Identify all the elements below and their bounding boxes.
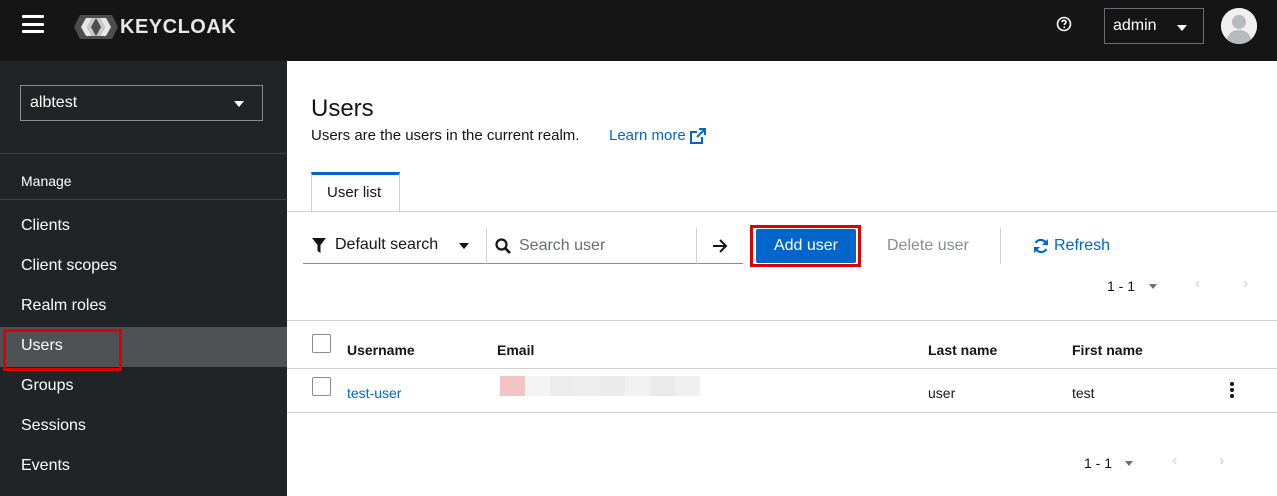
learn-more-label: Learn more [609,127,686,144]
user-avatar-icon[interactable] [1221,8,1257,44]
page-title: Users [311,95,374,122]
search-type-dropdown[interactable]: Default search [303,228,486,264]
tab-user-list[interactable]: User list [311,172,400,212]
kebab-menu-icon[interactable] [1228,382,1236,400]
keycloak-logo-icon [74,15,118,39]
masthead: KEYCLOAK admin [0,0,1277,61]
sidebar-section-manage: Manage [21,173,72,189]
column-header-first-name[interactable]: First name [1072,342,1143,358]
caret-down-icon[interactable] [1125,461,1133,466]
realm-selector[interactable]: albtest [20,85,263,121]
page-description: Users are the users in the current realm… [311,127,580,144]
username-link[interactable]: test-user [347,385,401,401]
caret-down-icon[interactable] [1149,284,1157,289]
select-all-checkbox[interactable] [312,334,331,353]
filter-icon [312,238,326,253]
table-row-border [287,412,1277,413]
sidebar-item-client-scopes[interactable]: Client scopes [0,247,287,287]
arrow-right-icon [713,239,728,253]
first-name-cell: test [1072,385,1095,401]
pagination-range-top[interactable]: 1 - 1 [1107,278,1135,294]
user-dropdown-label: admin [1113,17,1157,34]
sidebar-item-realm-roles[interactable]: Realm roles [0,287,287,327]
table-top-border [287,320,1277,321]
sidebar-item-users[interactable]: Users [0,327,287,367]
column-header-last-name[interactable]: Last name [928,342,997,358]
sidebar-item-sessions[interactable]: Sessions [0,407,287,447]
caret-down-icon [234,101,244,107]
last-name-cell: user [928,385,956,401]
toolbar-separator [1000,228,1001,264]
refresh-button[interactable]: Refresh [1033,237,1110,255]
external-link-icon [689,127,706,144]
table-header-border [287,368,1277,369]
refresh-label: Refresh [1054,237,1111,254]
learn-more-link[interactable]: Learn more [609,127,706,144]
column-header-email[interactable]: Email [497,342,534,358]
keycloak-logo[interactable]: KEYCLOAK [74,14,236,40]
add-user-button[interactable]: Add user [756,229,856,263]
sidebar-divider [0,153,287,154]
caret-down-icon [1177,25,1187,31]
sidebar-item-clients[interactable]: Clients [0,207,287,247]
search-type-label: Default search [335,236,439,253]
user-dropdown[interactable]: admin [1104,8,1204,44]
sync-icon [1034,238,1048,254]
realm-name: albtest [30,94,78,111]
search-input[interactable] [519,234,689,258]
next-page-icon[interactable]: › [1219,452,1224,470]
sidebar: albtest Manage Clients Client scopes Rea… [0,61,287,496]
search-submit-button[interactable] [696,228,743,264]
sidebar-item-events[interactable]: Events [0,447,287,487]
tabs-divider [287,211,1277,212]
delete-user-button[interactable]: Delete user [887,237,969,255]
row-checkbox[interactable] [312,377,331,396]
caret-down-icon [459,243,469,249]
prev-page-icon[interactable]: ‹ [1195,275,1200,293]
brand-name: KEYCLOAK [120,15,237,38]
question-circle-icon[interactable] [1056,16,1072,32]
prev-page-icon[interactable]: ‹ [1172,452,1177,470]
sidebar-item-groups[interactable]: Groups [0,367,287,407]
pagination-range-bottom[interactable]: 1 - 1 [1084,455,1112,471]
search-field [486,228,696,264]
next-page-icon[interactable]: › [1243,275,1248,293]
search-icon [495,238,511,254]
sidebar-divider [0,199,287,200]
hamburger-icon[interactable] [22,15,44,33]
redacted-email [500,376,700,396]
column-header-username[interactable]: Username [347,342,415,358]
